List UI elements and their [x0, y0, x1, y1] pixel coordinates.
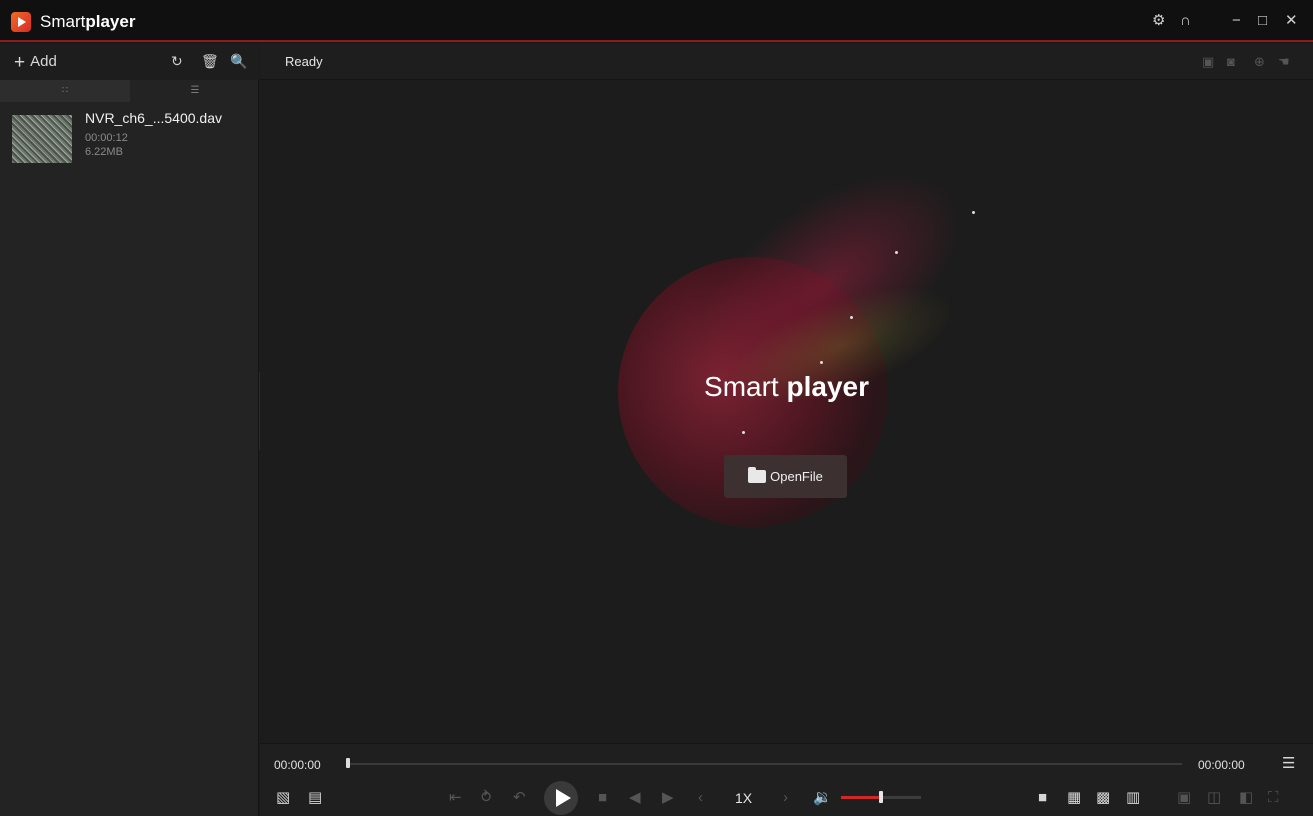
- folder-icon: [748, 467, 767, 483]
- rewind-icon[interactable]: ↶: [513, 790, 526, 806]
- splash-star: [972, 211, 975, 214]
- app-title-light: Smart: [40, 12, 86, 31]
- volume-level: [841, 796, 881, 799]
- step-start-icon[interactable]: ⇤: [449, 790, 462, 806]
- list-view-icon: ☰: [190, 85, 200, 96]
- app-logo-icon: [11, 12, 31, 32]
- app-title-bold: player: [85, 12, 136, 31]
- next-frame-icon[interactable]: ▶: [662, 790, 674, 806]
- main-toolbar: Ready ▣ ◙ ⊕ ☚: [260, 44, 1313, 80]
- open-file-button[interactable]: OpenFile: [724, 455, 847, 498]
- playback-controls: 00:00:00 00:00:00 ☰ ▧ ▤ ⇤ ⥁ ↶ ■ ◀ ▶ ‹ 1X…: [260, 743, 1313, 816]
- faster-icon[interactable]: ›: [783, 790, 788, 806]
- splash-title: Smart player: [260, 371, 1313, 403]
- clip-icon[interactable]: ▧: [276, 790, 290, 806]
- window-mode-icon[interactable]: ▣: [1177, 790, 1191, 806]
- tab-list-view[interactable]: ☰: [130, 80, 260, 102]
- layout-9-icon[interactable]: ▩: [1096, 790, 1110, 806]
- splash-title-light: Smart: [704, 371, 779, 402]
- zoom-icon[interactable]: ⊕: [1254, 54, 1265, 70]
- fullscreen-icon[interactable]: ⛶: [1268, 790, 1279, 806]
- gear-icon[interactable]: ⚙: [1152, 13, 1165, 29]
- delete-icon[interactable]: 🗑: [201, 53, 219, 70]
- minimize-icon[interactable]: −: [1232, 13, 1241, 29]
- loop-icon[interactable]: ↻: [171, 53, 183, 70]
- add-button[interactable]: + Add: [14, 52, 57, 74]
- seek-bar[interactable]: [348, 763, 1182, 765]
- prev-frame-icon[interactable]: ◀: [629, 790, 641, 806]
- volume-icon[interactable]: 🔉: [813, 790, 832, 806]
- open-file-label: OpenFile: [770, 469, 823, 484]
- video-stage: Smart player OpenFile: [260, 81, 1313, 743]
- playlist-toolbar: + Add ↻ 🗑 🔍: [0, 44, 259, 80]
- speed-value: 1X: [735, 790, 753, 806]
- snapshot-icon[interactable]: ▣: [1202, 54, 1214, 70]
- layout-1-icon[interactable]: ■: [1038, 790, 1047, 806]
- current-time: 00:00:00: [274, 758, 321, 772]
- total-time: 00:00:00: [1198, 758, 1245, 772]
- tab-grid-view[interactable]: ∷: [0, 80, 130, 102]
- record-icon[interactable]: ◙: [1227, 54, 1235, 69]
- search-icon[interactable]: 🔍: [230, 53, 247, 70]
- maximize-icon[interactable]: □: [1258, 13, 1267, 29]
- splash-star: [895, 251, 898, 254]
- seek-handle[interactable]: [346, 758, 350, 768]
- stop-icon[interactable]: ■: [598, 790, 607, 806]
- hand-icon[interactable]: ☚: [1278, 54, 1290, 70]
- view-tabs: ∷ ☰: [0, 80, 259, 102]
- list-item[interactable]: NVR_ch6_...5400.dav 00:00:12 6.22MB: [0, 110, 259, 168]
- playlist-sidebar: + Add ↻ 🗑 🔍 ∷ ☰ NVR_ch6_...5400.dav 00:00…: [0, 44, 259, 816]
- file-name: NVR_ch6_...5400.dav: [85, 110, 222, 126]
- splash-title-bold: player: [786, 371, 869, 402]
- play-button[interactable]: [544, 781, 578, 815]
- grid-view-icon: ∷: [61, 85, 69, 96]
- playlist-toggle-icon[interactable]: ☰: [1282, 756, 1295, 772]
- enhance-icon[interactable]: ◧: [1239, 790, 1253, 806]
- splash-star: [820, 361, 823, 364]
- splash-star: [850, 316, 853, 319]
- layout-4-icon[interactable]: ▦: [1067, 790, 1081, 806]
- splash-star: [742, 431, 745, 434]
- ab-loop-icon[interactable]: ⥁: [481, 790, 491, 806]
- fisheye-icon[interactable]: ◫: [1207, 790, 1221, 806]
- add-label: Add: [30, 53, 57, 70]
- video-thumbnail: [12, 115, 72, 163]
- close-icon[interactable]: ✕: [1285, 13, 1298, 29]
- plus-icon: +: [14, 52, 26, 73]
- toolbox-icon[interactable]: ▤: [308, 790, 322, 806]
- file-duration: 00:00:12: [85, 132, 128, 144]
- volume-handle[interactable]: [879, 791, 883, 803]
- file-size: 6.22MB: [85, 146, 123, 158]
- slower-icon[interactable]: ‹: [698, 790, 703, 806]
- headset-icon[interactable]: ∩: [1180, 13, 1191, 29]
- app-title: Smartplayer: [40, 12, 135, 32]
- status-text: Ready: [285, 54, 323, 69]
- title-bar: Smartplayer ⚙ ∩ − □ ✕: [0, 0, 1313, 42]
- layout-16-icon[interactable]: ▥: [1126, 790, 1140, 806]
